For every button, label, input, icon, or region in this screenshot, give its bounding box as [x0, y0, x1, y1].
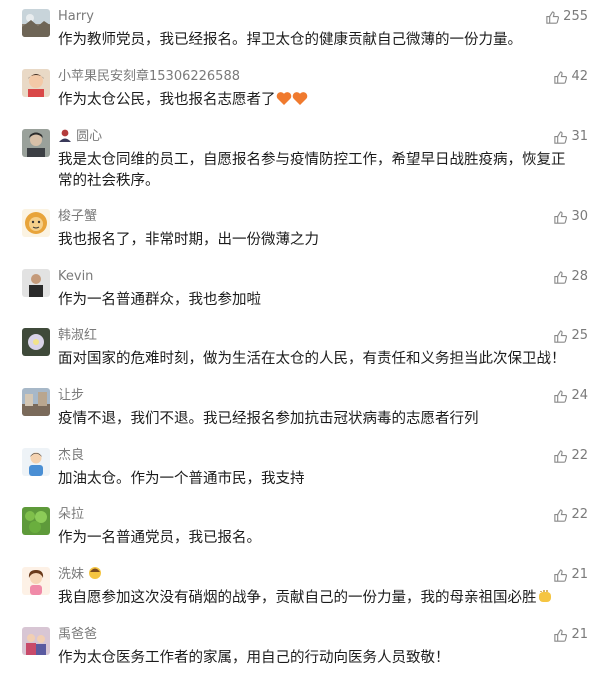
like-button[interactable]: 31	[553, 128, 588, 146]
comment-text: 作为教师党员，我已经报名。捍卫太仓的健康贡献自己微薄的一份力量。	[58, 32, 522, 48]
like-count: 42	[571, 69, 588, 84]
like-button[interactable]: 22	[553, 506, 588, 524]
comment-item: 让步 24 疫情不退，我们不退。我已经报名参加抗击冠状病毒的志愿者行列	[0, 382, 600, 442]
like-button[interactable]: 42	[553, 68, 588, 86]
comment-text: 疫情不退，我们不退。我已经报名参加抗击冠状病毒的志愿者行列	[58, 411, 479, 427]
comment-author-name: 洗妹	[58, 567, 85, 582]
like-count: 31	[571, 129, 588, 144]
thumbs-up-icon	[554, 449, 568, 463]
comment-item: 韩淑红 25 面对国家的危难时刻，做为生活在太仓的人民，有责任和义务担当此次保卫…	[0, 322, 600, 382]
like-button[interactable]: 22	[553, 447, 588, 465]
like-button[interactable]: 255	[545, 8, 588, 26]
comment-author-name: 圆心	[76, 129, 103, 144]
like-count: 24	[571, 388, 588, 403]
like-count: 25	[571, 328, 588, 343]
comment-text: 作为太仓公民，我也报名志愿者了	[58, 90, 568, 113]
comment-text: 作为太仓医务工作者的家属，用自己的行动向医务人员致敬！	[58, 650, 450, 666]
thumbs-up-icon	[554, 70, 568, 84]
avatar[interactable]	[22, 448, 50, 476]
comment-text-body: 我自愿参加这次没有硝烟的战争，贡献自己的一份力量，我的母亲祖国必胜	[58, 590, 537, 606]
comment-item: 禹爸爸 21 作为太仓医务工作者的家属，用自己的行动向医务人员致敬！	[0, 621, 600, 681]
comment-author[interactable]: 让步	[58, 387, 84, 405]
like-button[interactable]: 21	[553, 626, 588, 644]
thumbs-up-icon	[554, 628, 568, 642]
comment-text: 作为一名普通群众，我也参加啦	[58, 292, 261, 308]
comment-item: 朵拉 22 作为一名普通党员，我已报名。	[0, 501, 600, 561]
thumbs-up-icon	[546, 10, 560, 24]
thumbs-up-icon	[554, 329, 568, 343]
comment-item: 杰良 22 加油太仓。作为一个普通市民，我支持	[0, 442, 600, 502]
comment-list: Harry 255 作为教师党员，我已经报名。捍卫太仓的健康贡献自己微薄的一份力…	[0, 0, 600, 669]
avatar[interactable]	[22, 328, 50, 356]
like-count: 255	[563, 9, 588, 24]
comment-text: 作为一名普通党员，我已报名。	[58, 530, 261, 546]
avatar[interactable]	[22, 209, 50, 237]
avatar[interactable]	[22, 567, 50, 595]
comment-item: Kevin 28 作为一名普通群众，我也参加啦	[0, 263, 600, 323]
comment-author[interactable]: 禹爸爸	[58, 626, 97, 644]
comment-author[interactable]: Kevin	[58, 268, 93, 286]
comment-item: 小苹果民安刻章15306226588 42 作为太仓公民，我也报名志愿者了	[0, 63, 600, 123]
comment-item: 梭子蟹 30 我也报名了，非常时期，出一份微薄之力	[0, 203, 600, 263]
avatar[interactable]	[22, 9, 50, 37]
like-button[interactable]: 24	[553, 387, 588, 405]
avatar[interactable]	[22, 388, 50, 416]
avatar[interactable]	[22, 627, 50, 655]
comment-text: 我自愿参加这次没有硝烟的战争，贡献自己的一份力量，我的母亲祖国必胜	[58, 588, 568, 611]
comment-text: 我也报名了，非常时期，出一份微薄之力	[58, 232, 319, 248]
thumbs-up-icon	[554, 130, 568, 144]
comment-item: Harry 255 作为教师党员，我已经报名。捍卫太仓的健康贡献自己微薄的一份力…	[0, 3, 600, 63]
comment-author[interactable]: 朵拉	[58, 506, 84, 524]
like-count: 22	[571, 448, 588, 463]
like-button[interactable]: 28	[553, 268, 588, 286]
thumbs-up-icon	[554, 389, 568, 403]
thumbs-up-icon	[554, 270, 568, 284]
thumbs-up-icon	[554, 508, 568, 522]
heart-icon	[276, 91, 292, 113]
heart-icon	[292, 91, 308, 113]
like-count: 21	[571, 627, 588, 642]
person-icon	[58, 128, 72, 148]
avatar[interactable]	[22, 507, 50, 535]
comment-text: 我是太仓同维的员工，自愿报名参与疫情防控工作，希望早日战胜疫病，恢复正常的社会秩…	[58, 152, 566, 189]
like-count: 28	[571, 269, 588, 284]
comment-author[interactable]: 小苹果民安刻章15306226588	[58, 68, 240, 86]
comment-item: 洗妹 21 我自愿参加这次没有硝烟的战争，贡献自己的一份力量，我的母亲祖国必胜	[0, 561, 600, 621]
comment-author[interactable]: 梭子蟹	[58, 208, 97, 226]
comment-text: 加油太仓。作为一个普通市民，我支持	[58, 471, 305, 487]
comment-item: 圆心 31 我是太仓同维的员工，自愿报名参与疫情防控工作，希望早日战胜疫病，恢复…	[0, 123, 600, 201]
comment-author[interactable]: 洗妹	[58, 566, 102, 586]
like-button[interactable]: 21	[553, 566, 588, 584]
avatar[interactable]	[22, 269, 50, 297]
avatar[interactable]	[22, 69, 50, 97]
thumbs-up-icon	[554, 568, 568, 582]
like-count: 22	[571, 507, 588, 522]
avatar[interactable]	[22, 129, 50, 157]
like-button[interactable]: 30	[553, 208, 588, 226]
woman-emoji-icon	[88, 566, 102, 586]
like-count: 21	[571, 567, 588, 582]
fist-emoji-icon	[537, 588, 553, 611]
comment-author[interactable]: 韩淑红	[58, 327, 97, 345]
comment-author[interactable]: 圆心	[58, 128, 102, 148]
comment-text-body: 作为太仓公民，我也报名志愿者了	[58, 92, 276, 108]
like-count: 30	[571, 209, 588, 224]
like-button[interactable]: 25	[553, 327, 588, 345]
comment-author[interactable]: 杰良	[58, 447, 84, 465]
comment-author[interactable]: Harry	[58, 8, 94, 26]
thumbs-up-icon	[554, 210, 568, 224]
comment-text: 面对国家的危难时刻，做为生活在太仓的人民，有责任和义务担当此次保卫战！	[58, 351, 566, 367]
